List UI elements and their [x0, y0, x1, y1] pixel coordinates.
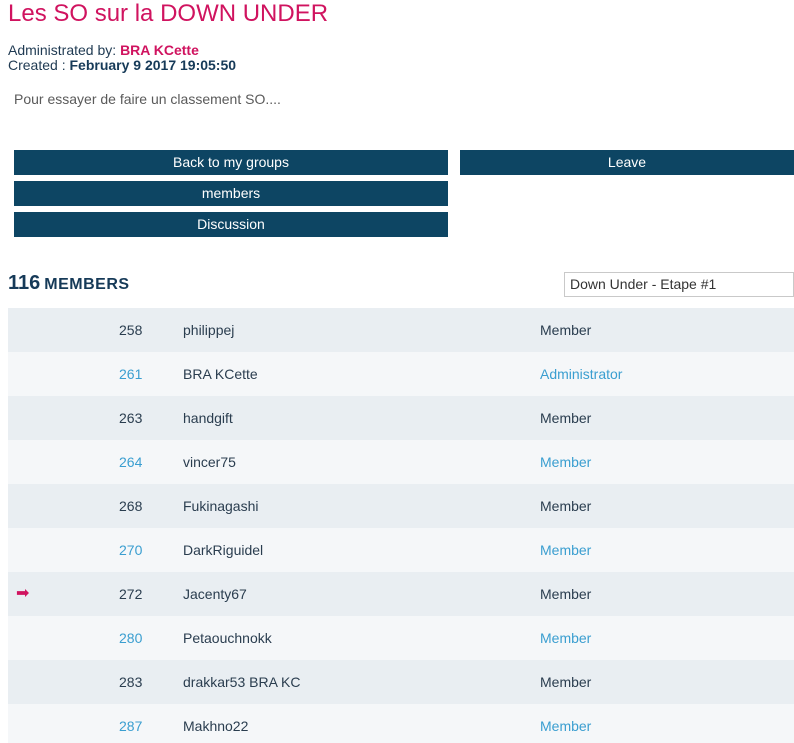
member-role: Member — [540, 674, 592, 690]
leave-button[interactable]: Leave — [460, 150, 794, 175]
group-description: Pour essayer de faire un classement SO..… — [14, 91, 281, 107]
member-rank: 258 — [119, 322, 143, 338]
member-row[interactable]: 280 Petaouchnokk Member — [8, 616, 794, 660]
member-role: Member — [540, 454, 592, 470]
member-row[interactable]: 270 DarkRiguidel Member — [8, 528, 794, 572]
created-info: Created : February 9 2017 19:05:50 — [8, 58, 236, 73]
administrator-link[interactable]: BRA KCette — [120, 42, 199, 58]
member-role: Member — [540, 586, 592, 602]
member-rank: 287 — [119, 718, 143, 734]
member-name[interactable]: vincer75 — [183, 440, 236, 484]
member-rank: 261 — [119, 366, 143, 382]
discussion-button[interactable]: Discussion — [14, 212, 448, 237]
member-name[interactable]: drakkar53 BRA KC — [183, 660, 301, 704]
members-button[interactable]: members — [14, 181, 448, 206]
member-name[interactable]: BRA KCette — [183, 352, 258, 396]
member-rank: 263 — [119, 410, 143, 426]
member-rank: 264 — [119, 454, 143, 470]
members-heading: 116 MEMBERS — [8, 272, 130, 295]
members-label: MEMBERS — [44, 276, 130, 293]
member-name[interactable]: Fukinagashi — [183, 484, 259, 528]
member-row[interactable]: 268 Fukinagashi Member — [8, 484, 794, 528]
members-table: 258 philippej Member 261 BRA KCette Administr… — [8, 308, 794, 743]
member-row[interactable]: 258 philippej Member — [8, 308, 794, 352]
member-role: Member — [540, 498, 592, 514]
member-role: Member — [540, 718, 592, 734]
created-label: Created : — [8, 57, 66, 73]
member-name[interactable]: philippej — [183, 308, 234, 352]
member-rank: 272 — [119, 586, 143, 602]
created-date: February 9 2017 19:05:50 — [69, 57, 237, 73]
arrow-right-icon: ➡ — [16, 585, 30, 602]
member-name[interactable]: Makhno22 — [183, 704, 248, 743]
member-row[interactable]: 264 vincer75 Member — [8, 440, 794, 484]
member-row[interactable]: ➡ 272 Jacenty67 Member — [8, 572, 794, 616]
group-page: Les SO sur la DOWN UNDER Administrated b… — [0, 0, 794, 743]
member-rank: 283 — [119, 674, 143, 690]
member-row[interactable]: 261 BRA KCette Administrator — [8, 352, 794, 396]
member-name[interactable]: handgift — [183, 396, 233, 440]
member-role: Administrator — [540, 366, 623, 382]
member-rank: 280 — [119, 630, 143, 646]
member-row[interactable]: 287 Makhno22 Member — [8, 704, 794, 743]
member-row[interactable]: 283 drakkar53 BRA KC Member — [8, 660, 794, 704]
back-to-groups-button[interactable]: Back to my groups — [14, 150, 448, 175]
stage-select[interactable]: Down Under - Etape #1 — [564, 272, 794, 297]
member-rank: 270 — [119, 542, 143, 558]
member-role: Member — [540, 542, 592, 558]
member-name[interactable]: DarkRiguidel — [183, 528, 263, 572]
member-role: Member — [540, 410, 592, 426]
administrated-label: Administrated by: — [8, 42, 117, 58]
member-name[interactable]: Jacenty67 — [183, 572, 247, 616]
member-name[interactable]: Petaouchnokk — [183, 616, 272, 660]
member-rank: 268 — [119, 498, 143, 514]
member-role: Member — [540, 630, 592, 646]
page-title: Les SO sur la DOWN UNDER — [8, 0, 329, 27]
administrated-by: Administrated by: BRA KCette — [8, 43, 199, 58]
member-row[interactable]: 263 handgift Member — [8, 396, 794, 440]
member-role: Member — [540, 322, 592, 338]
members-count: 116 — [8, 272, 41, 294]
